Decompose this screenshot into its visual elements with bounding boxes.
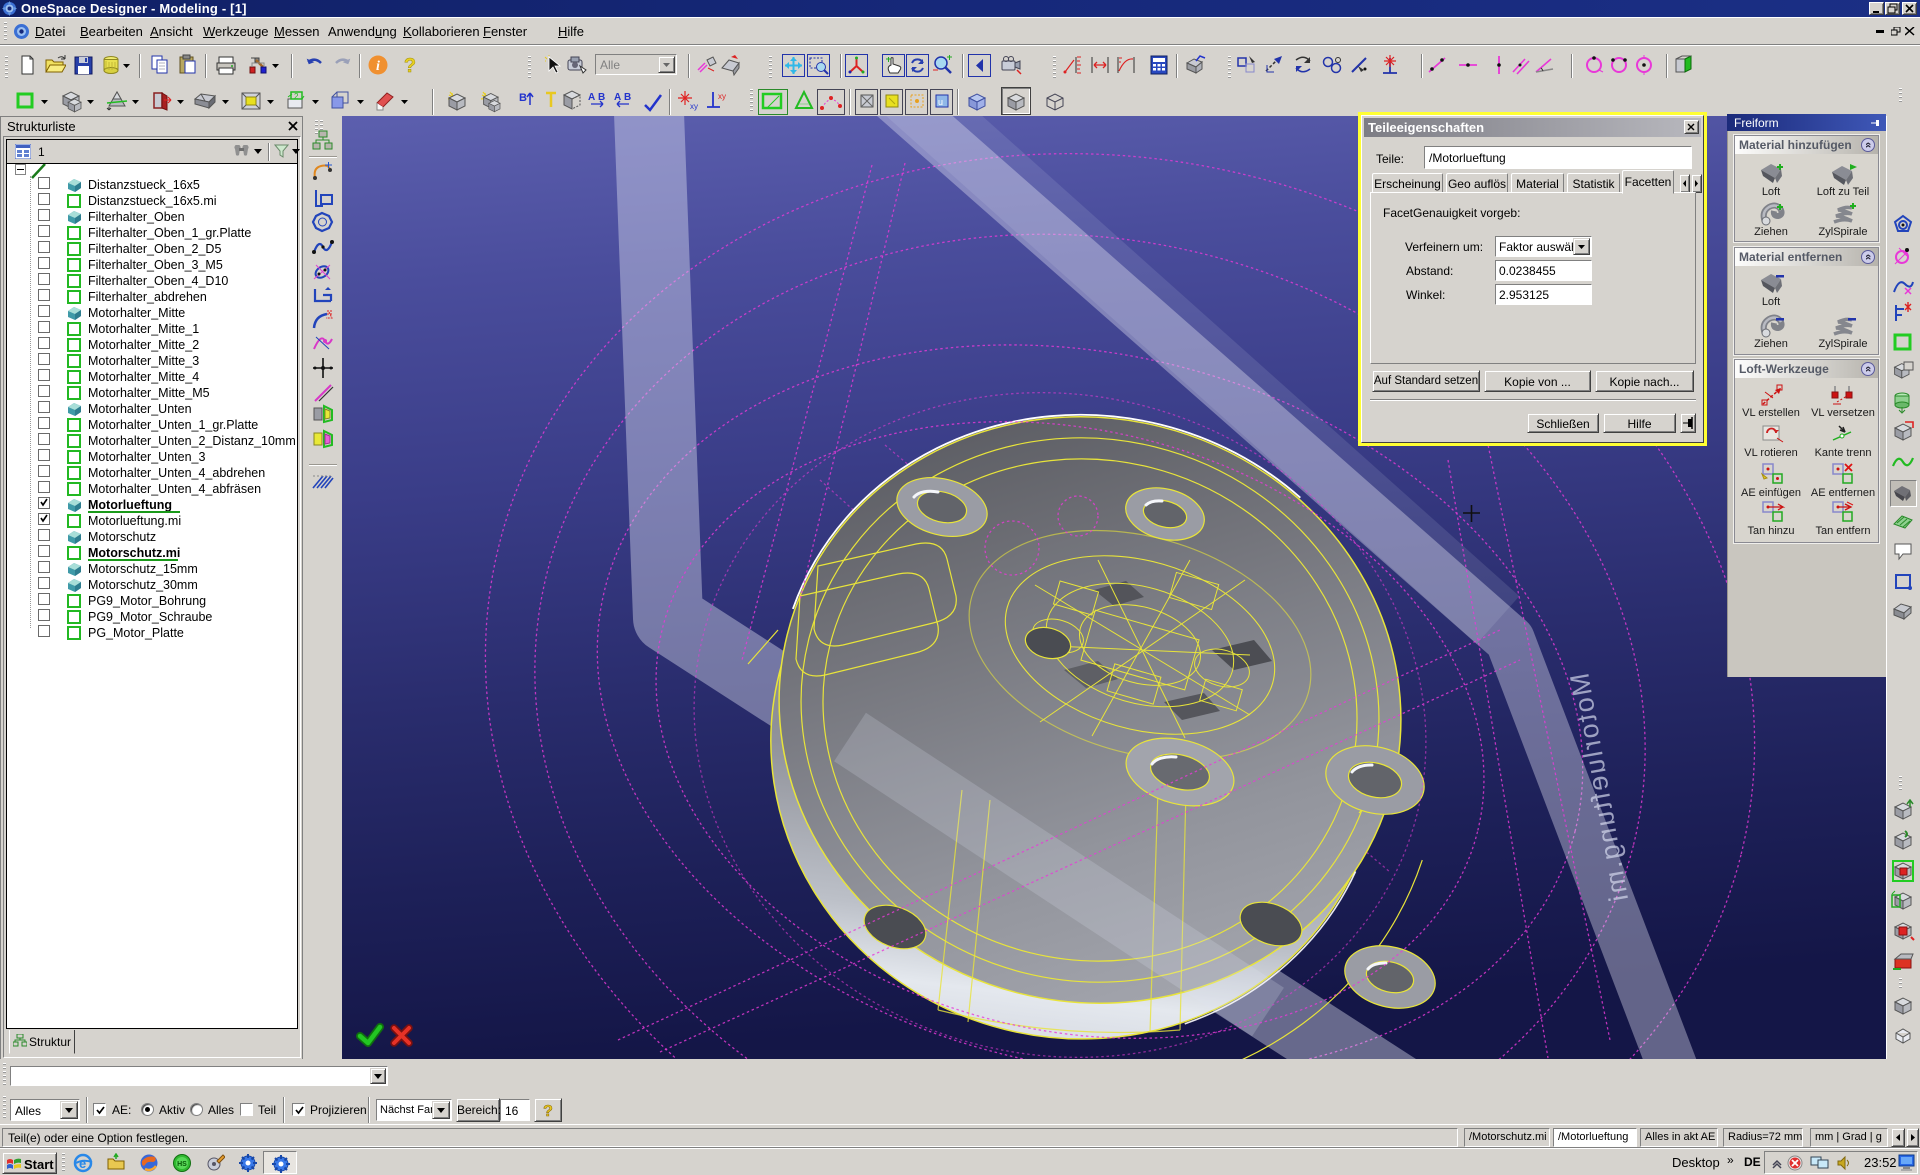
svg-text:e: e: [79, 1156, 86, 1171]
svg-text:B: B: [598, 92, 605, 103]
svg-text:2: 2: [294, 92, 299, 101]
svg-text:xy: xy: [690, 102, 698, 111]
svg-text:A: A: [588, 92, 595, 103]
svg-text:B: B: [519, 92, 527, 104]
svg-text:?: ?: [543, 1103, 553, 1120]
svg-text:B: B: [624, 92, 631, 103]
svg-text:i: i: [376, 59, 380, 74]
svg-text:u: u: [938, 97, 943, 107]
svg-text:xy: xy: [718, 92, 726, 101]
svg-text:HS: HS: [177, 1161, 187, 1168]
svg-text:?: ?: [404, 55, 416, 76]
